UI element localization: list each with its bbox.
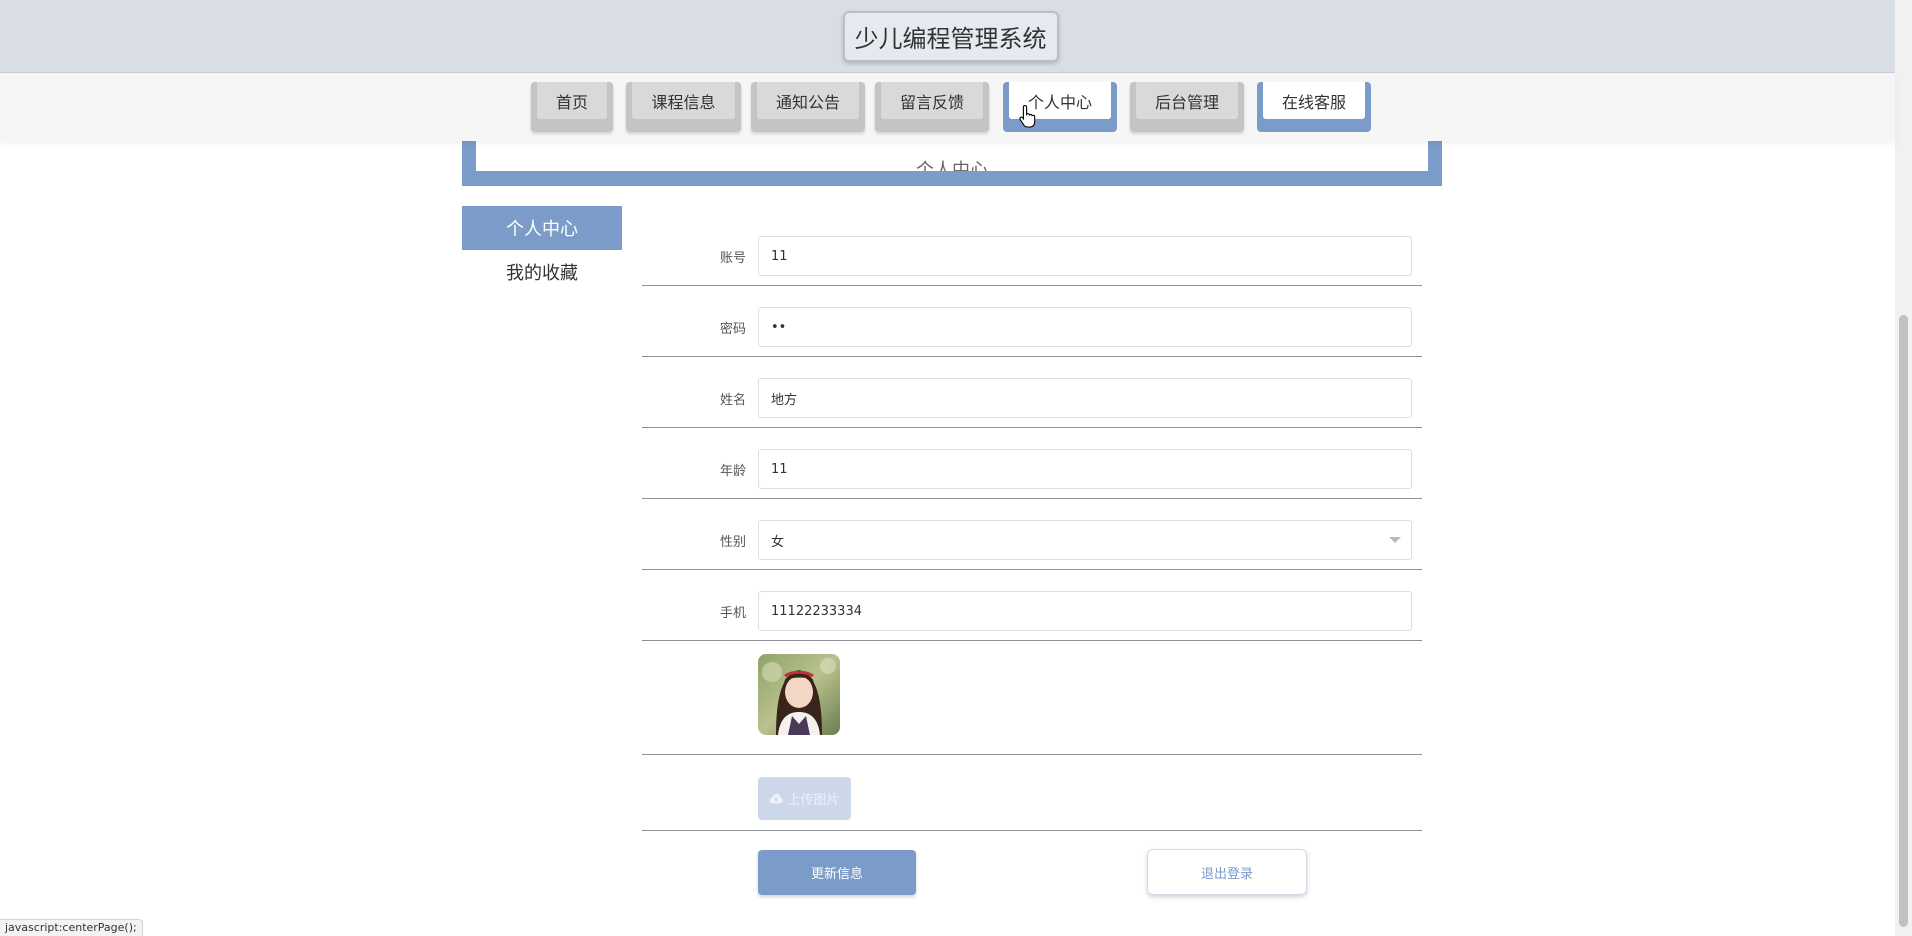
gender-select[interactable]: 女 xyxy=(758,520,1412,560)
scrollbar-thumb[interactable] xyxy=(1899,315,1908,927)
form-row-name: 姓名 xyxy=(642,378,1422,428)
banner-title: 个人中心 xyxy=(916,160,988,171)
site-title: 少儿编程管理系统 xyxy=(842,10,1059,62)
nav-item-feedback[interactable]: 留言反馈 xyxy=(875,82,989,132)
form-row-avatar xyxy=(642,642,1422,755)
form-row-phone: 手机 xyxy=(642,591,1422,641)
form-row-upload: 上传图片 xyxy=(642,756,1422,831)
name-input[interactable] xyxy=(758,378,1412,418)
age-input[interactable] xyxy=(758,449,1412,489)
cloud-upload-icon xyxy=(769,793,784,804)
nav-item-label: 课程信息 xyxy=(632,82,735,119)
phone-input[interactable] xyxy=(758,591,1412,631)
nav-item-label: 留言反馈 xyxy=(881,82,983,119)
password-label: 密码 xyxy=(719,322,746,337)
nav-item-label: 后台管理 xyxy=(1136,82,1238,119)
phone-label: 手机 xyxy=(719,606,746,621)
main-nav: 首页 课程信息 通知公告 留言反馈 个人中心 后台管理 在线客服 xyxy=(0,73,1895,141)
chevron-down-icon xyxy=(1389,537,1401,543)
side-item-favorites[interactable]: 我的收藏 xyxy=(462,250,622,294)
gender-label: 性别 xyxy=(719,535,746,550)
nav-item-courses[interactable]: 课程信息 xyxy=(626,82,741,132)
age-label: 年龄 xyxy=(719,464,746,479)
nav-item-notices[interactable]: 通知公告 xyxy=(751,82,865,132)
site-header: 少儿编程管理系统 xyxy=(0,0,1895,73)
password-input[interactable] xyxy=(758,307,1412,347)
avatar xyxy=(758,654,840,735)
status-bar-url: javascript:centerPage(); xyxy=(0,919,143,936)
form-row-account: 账号 xyxy=(642,236,1422,286)
nav-item-label: 通知公告 xyxy=(757,82,859,119)
form-row-password: 密码 xyxy=(642,307,1422,357)
upload-image-button[interactable]: 上传图片 xyxy=(758,777,851,820)
gender-value: 女 xyxy=(771,534,785,550)
upload-button-label: 上传图片 xyxy=(787,793,840,808)
name-label: 姓名 xyxy=(719,393,746,408)
form-row-age: 年龄 xyxy=(642,449,1422,499)
nav-item-home[interactable]: 首页 xyxy=(531,82,613,132)
logout-button[interactable]: 退出登录 xyxy=(1147,849,1307,895)
nav-item-label: 首页 xyxy=(537,82,607,119)
form-row-gender: 性别 女 xyxy=(642,520,1422,570)
side-item-profile[interactable]: 个人中心 xyxy=(462,206,622,250)
side-menu: 个人中心 我的收藏 xyxy=(462,206,622,294)
page-scrollbar[interactable] xyxy=(1895,0,1912,936)
nav-item-online-service[interactable]: 在线客服 xyxy=(1257,82,1371,132)
account-input[interactable] xyxy=(758,236,1412,276)
update-info-button[interactable]: 更新信息 xyxy=(758,850,916,895)
nav-item-label: 在线客服 xyxy=(1263,82,1365,119)
hand-cursor-icon xyxy=(1019,104,1036,128)
account-label: 账号 xyxy=(719,251,746,266)
nav-item-admin[interactable]: 后台管理 xyxy=(1130,82,1244,132)
